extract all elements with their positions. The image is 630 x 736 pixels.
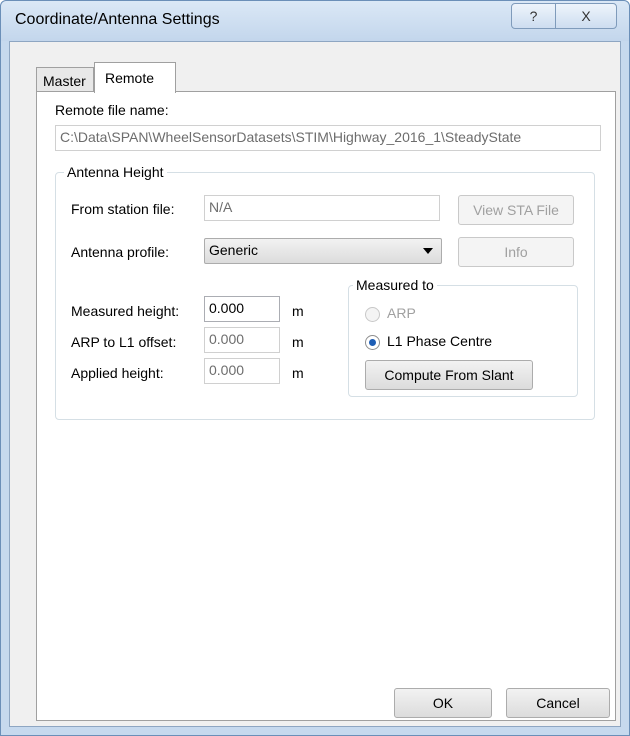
arp-radio-label: ARP [387, 305, 416, 321]
tab-master[interactable]: Master [36, 67, 94, 92]
antenna-height-title: Antenna Height [64, 164, 167, 180]
antenna-profile-dropdown[interactable]: Generic [204, 238, 442, 264]
measured-to-title: Measured to [353, 277, 437, 293]
measured-height-unit: m [292, 303, 304, 319]
chevron-down-icon [423, 248, 433, 254]
arp-offset-label: ARP to L1 offset: [71, 334, 177, 350]
radio-selected-dot [369, 339, 376, 346]
antenna-profile-label: Antenna profile: [71, 244, 170, 260]
l1-phase-centre-radio[interactable] [365, 335, 380, 350]
l1-phase-centre-label: L1 Phase Centre [387, 333, 493, 349]
cancel-button[interactable]: Cancel [506, 688, 610, 718]
applied-height-label: Applied height: [71, 365, 164, 381]
help-button[interactable]: ? [511, 3, 556, 29]
view-sta-file-button[interactable]: View STA File [458, 195, 574, 225]
station-file-label: From station file: [71, 201, 175, 217]
measured-height-input[interactable]: 0.000 [204, 296, 280, 322]
close-icon: X [581, 8, 591, 24]
remote-file-label: Remote file name: [55, 102, 169, 118]
arp-radio[interactable] [365, 307, 380, 322]
tab-remote[interactable]: Remote [94, 62, 176, 93]
arp-offset-field[interactable]: 0.000 [204, 327, 280, 353]
remote-tab-panel: Remote file name: C:\Data\SPAN\WheelSens… [36, 91, 616, 721]
help-icon: ? [529, 8, 538, 24]
station-file-field[interactable]: N/A [204, 195, 440, 221]
ok-button[interactable]: OK [394, 688, 492, 718]
close-button[interactable]: X [555, 3, 617, 29]
measured-to-group: Measured to ARP L1 Phase Centre Compute … [348, 277, 578, 397]
window-title: Coordinate/Antenna Settings [15, 11, 220, 28]
compute-from-slant-button[interactable]: Compute From Slant [365, 360, 533, 390]
arp-offset-unit: m [292, 334, 304, 350]
measured-height-label: Measured height: [71, 303, 180, 319]
dialog-window: Coordinate/Antenna Settings ? X Master R… [0, 0, 630, 736]
antenna-profile-value: Generic [209, 242, 259, 258]
antenna-height-group: Antenna Height From station file: N/A Vi… [55, 164, 595, 420]
info-button[interactable]: Info [458, 237, 574, 267]
title-bar: Coordinate/Antenna Settings ? X [1, 1, 629, 41]
applied-height-unit: m [292, 365, 304, 381]
dialog-client-area: Master Remote Remote file name: C:\Data\… [9, 41, 621, 727]
remote-file-field[interactable]: C:\Data\SPAN\WheelSensorDatasets\STIM\Hi… [55, 125, 601, 151]
applied-height-field[interactable]: 0.000 [204, 358, 280, 384]
